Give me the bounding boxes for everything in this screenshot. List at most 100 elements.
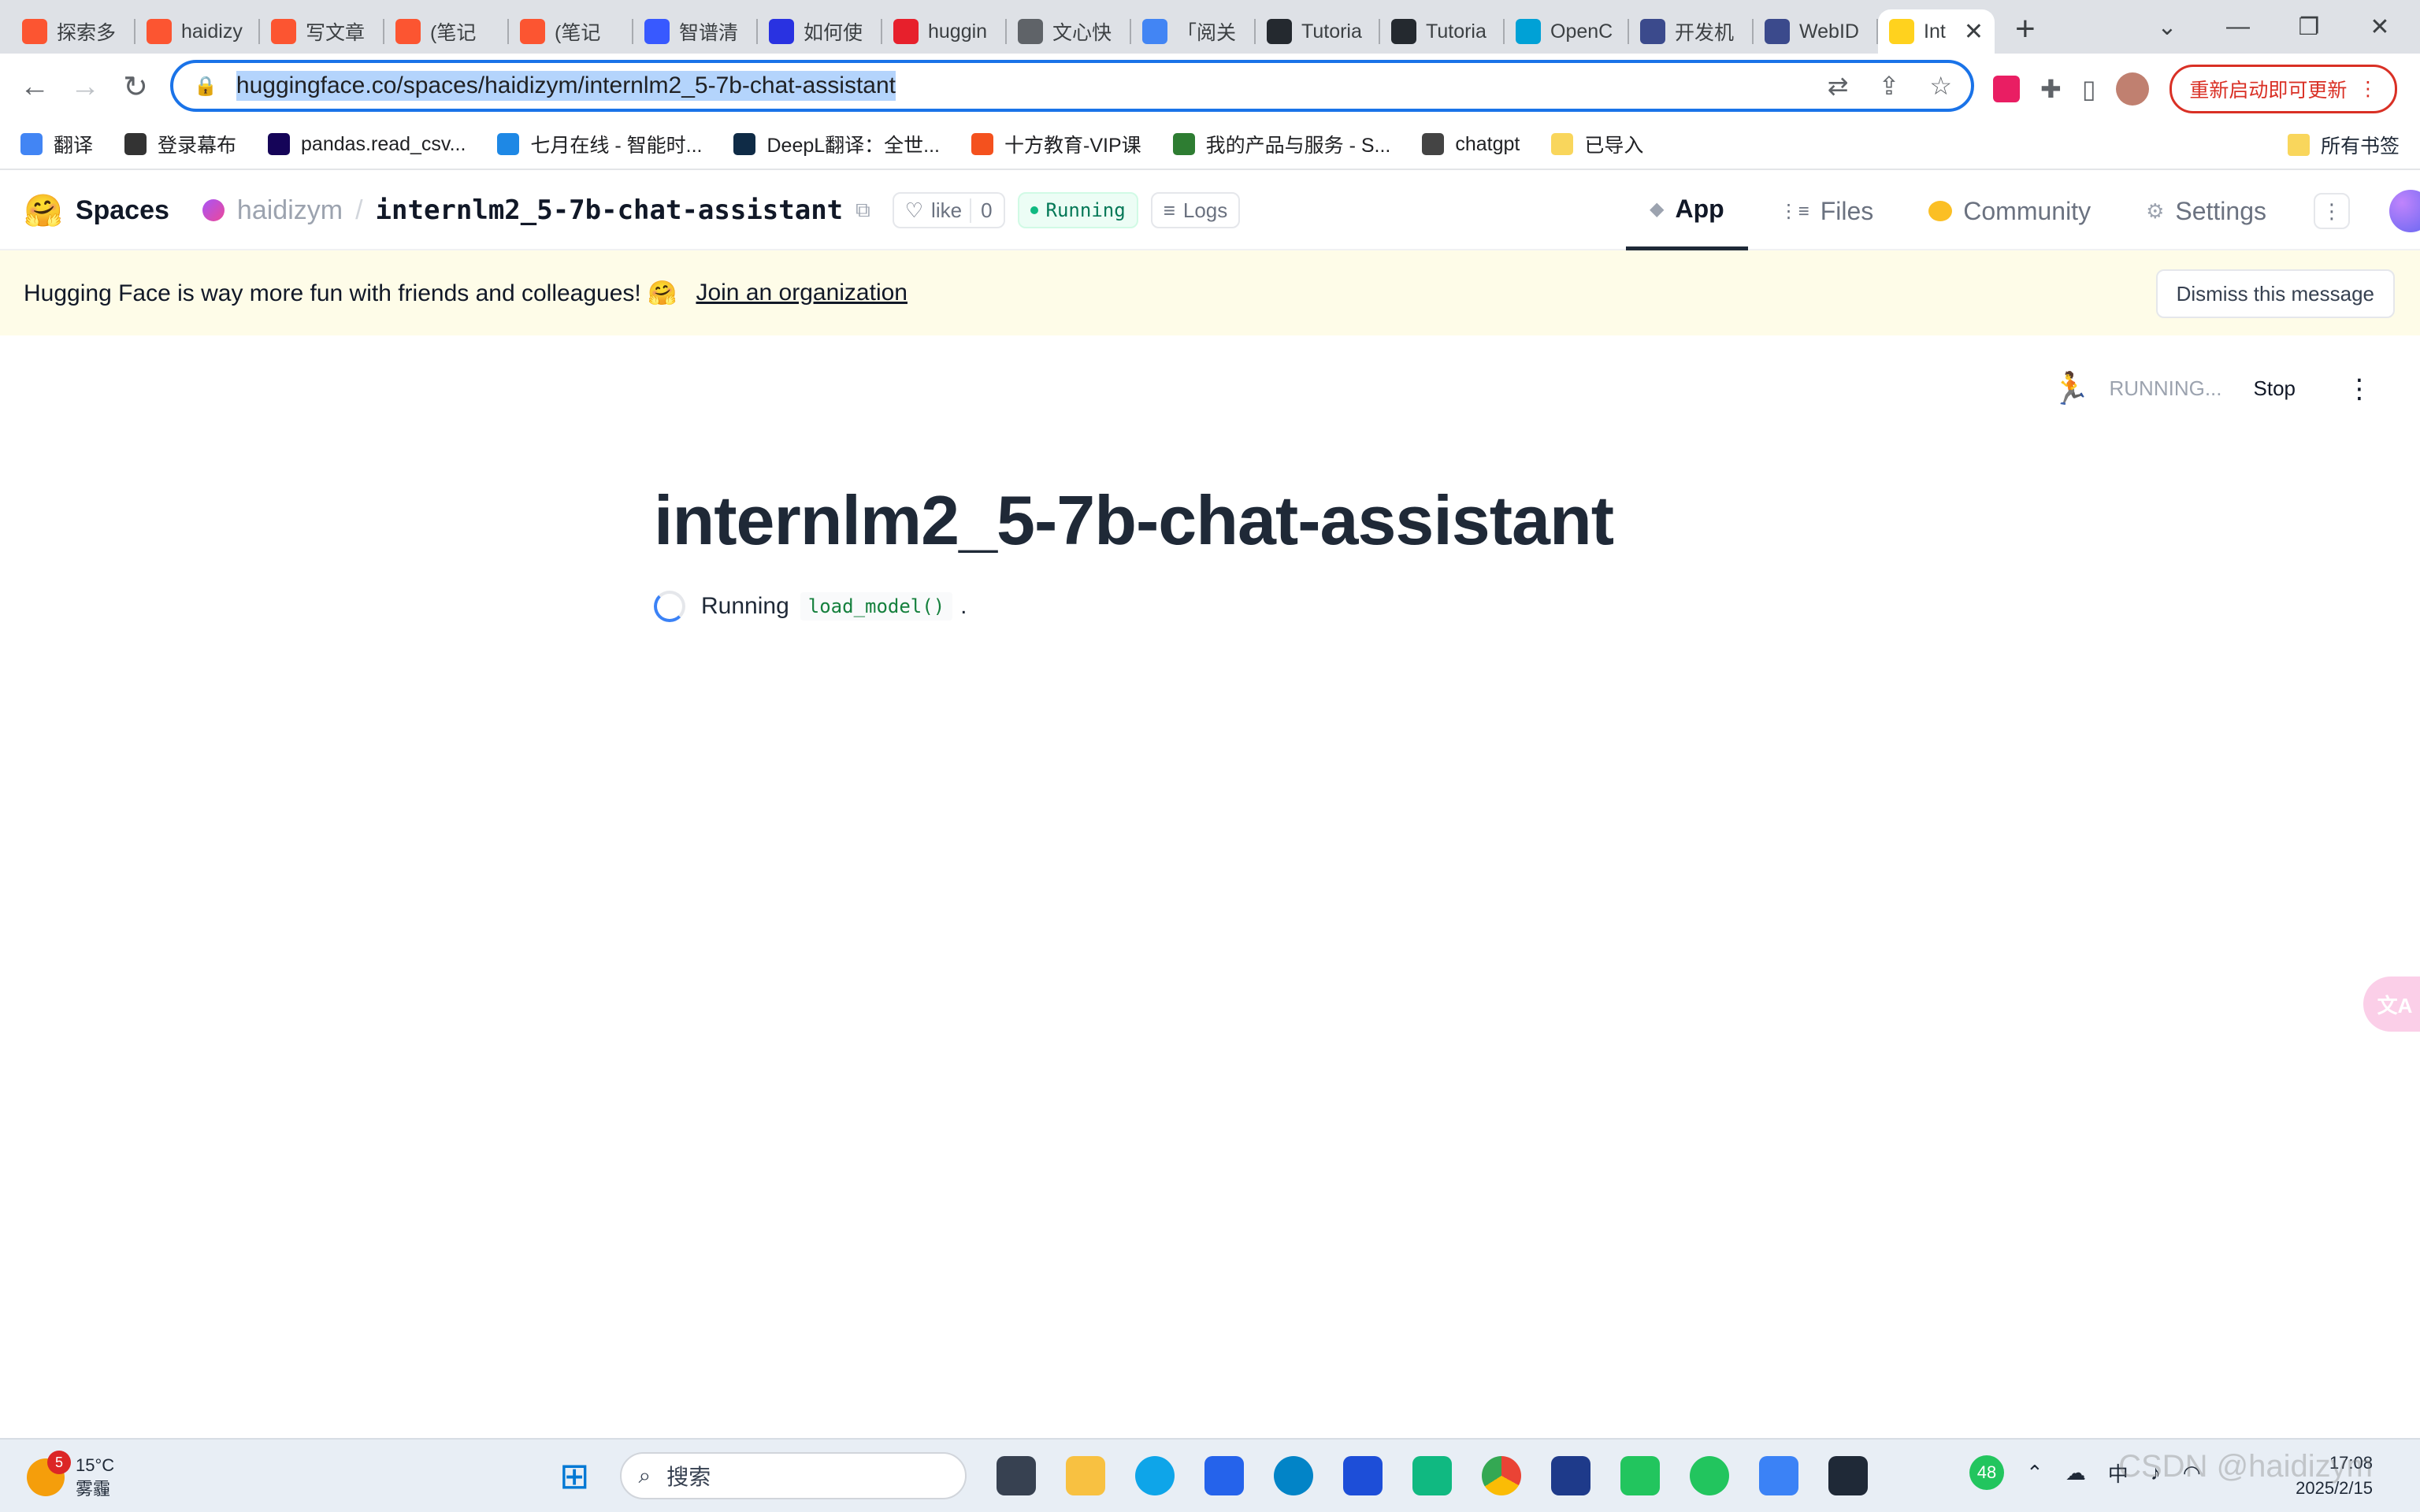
gear-icon: ⚙ [2146, 198, 2165, 223]
translate-icon[interactable]: ⇄ [1828, 71, 1849, 101]
network-app-icon[interactable]: ☁ [2066, 1461, 2086, 1485]
close-tab-icon[interactable]: ✕ [1964, 18, 1984, 46]
all-bookmarks[interactable]: 所有书签 [2287, 131, 2400, 159]
globe-icon [1018, 19, 1043, 44]
spaces-link[interactable]: Spaces [76, 195, 169, 226]
browser-tab[interactable]: Tutoria [1256, 9, 1380, 54]
relaunch-update-button[interactable]: 重新启动即可更新 ⋮ [2169, 65, 2398, 113]
browser-tab[interactable]: Int ✕ [1878, 9, 1995, 54]
task-view-icon[interactable] [996, 1456, 1036, 1495]
browser-tab[interactable]: (笔记 [509, 9, 633, 54]
csdn-icon [395, 19, 421, 44]
chevron-up-icon[interactable]: ⌃ [2026, 1461, 2043, 1485]
tab-files[interactable]: ⋮≡ Files [1756, 172, 1898, 250]
tab-app[interactable]: ◆ App [1626, 172, 1748, 250]
paint-icon[interactable] [1758, 1456, 1798, 1495]
windows-start-icon[interactable]: ⊞ [559, 1455, 590, 1497]
taskbar-search[interactable]: ⌕ 搜索 [619, 1452, 967, 1499]
edge-ai-icon[interactable] [1273, 1456, 1313, 1495]
remote-desktop-icon[interactable] [1620, 1456, 1660, 1495]
forward-button[interactable]: → [60, 70, 110, 104]
function-name: load_model() [800, 592, 953, 621]
terminal-icon[interactable] [1828, 1456, 1868, 1495]
github-icon [1267, 19, 1292, 44]
share-icon[interactable]: ⇪ [1879, 71, 1900, 101]
intern-icon [1765, 19, 1790, 44]
repo-name[interactable]: internlm2_5-7b-chat-assistant [376, 195, 844, 226]
user-avatar[interactable] [2389, 190, 2420, 232]
cat-app-icon[interactable] [1550, 1456, 1590, 1495]
bookmark-item[interactable]: pandas.read_csv... [268, 133, 466, 156]
restore-button[interactable]: ❐ [2273, 0, 2344, 54]
minimize-button[interactable]: — [2203, 0, 2273, 54]
logs-button[interactable]: ≡ Logs [1150, 192, 1241, 228]
bookmark-item[interactable]: 翻译 [20, 130, 93, 158]
back-button[interactable]: ← [9, 70, 60, 104]
edge-icon[interactable] [1134, 1456, 1175, 1495]
browser-tab[interactable]: 探索多 [11, 9, 135, 54]
shield-icon[interactable] [1342, 1456, 1383, 1495]
copy-icon[interactable]: ⧉ [856, 198, 870, 223]
tab-search-chevron-icon[interactable]: ⌄ [2132, 0, 2203, 54]
browser-tab[interactable]: 如何使 [758, 9, 882, 54]
bookmark-icon [20, 133, 43, 155]
bookmark-star-icon[interactable]: ☆ [1929, 71, 1952, 101]
search-label: 搜索 [666, 1465, 711, 1489]
bookmark-item[interactable]: 我的产品与服务 - S... [1172, 130, 1390, 158]
browser-tab[interactable]: 文心快 [1007, 9, 1131, 54]
tab-title: haidizy [181, 20, 243, 43]
bookmark-label: DeepL翻译：全世... [766, 135, 940, 157]
like-button[interactable]: ♡ like 0 [892, 192, 1005, 228]
file-explorer-icon[interactable] [1065, 1456, 1105, 1495]
shopping-icon[interactable] [1412, 1456, 1452, 1495]
browser-tab[interactable]: 智谱清 [633, 9, 758, 54]
browser-tab[interactable]: WebID [1754, 9, 1878, 54]
bookmark-item[interactable]: 十方教育-VIP课 [971, 130, 1141, 158]
store-icon[interactable] [1204, 1456, 1244, 1495]
new-tab-button[interactable]: + [2015, 9, 2036, 49]
tab-title: 探索多 [57, 22, 117, 44]
weather-widget[interactable]: 5 15°C 雾霾 [27, 1451, 114, 1501]
bookmark-item[interactable]: 七月在线 - 智能时... [497, 130, 702, 158]
huggingface-logo-icon[interactable]: 🤗 [24, 192, 63, 229]
tab-community[interactable]: Community [1905, 172, 2114, 250]
browser-tab[interactable]: huggin [882, 9, 1007, 54]
more-options-button[interactable]: ⋮ [2314, 193, 2350, 229]
close-window-button[interactable]: ✕ [2344, 0, 2415, 54]
translate-extension-icon[interactable] [1993, 76, 2020, 102]
more-vert-icon: ⋮ [2358, 78, 2378, 100]
owner-avatar[interactable] [202, 199, 225, 221]
side-panel-icon[interactable]: ▯ [2082, 74, 2096, 104]
tab-settings[interactable]: ⚙ Settings [2122, 172, 2290, 250]
bookmark-item[interactable]: DeepL翻译：全世... [733, 130, 940, 158]
browser-tab[interactable]: Tutoria [1380, 9, 1505, 54]
url-text[interactable]: huggingface.co/spaces/haidizym/internlm2… [236, 71, 896, 101]
browser-tab[interactable]: 开发机 [1629, 9, 1754, 54]
reload-button[interactable]: ↻ [110, 69, 161, 105]
browser-tab[interactable]: 写文章 [260, 9, 384, 54]
stop-button[interactable]: Stop [2254, 376, 2296, 401]
browser-tab[interactable]: 「阅关 [1131, 9, 1256, 54]
tab-strip: 探索多 haidizy 写文章 (笔记 (笔记 智谱清 如何使 huggin 文心快 「阅关 Tut… [0, 0, 2420, 54]
translate-float-icon[interactable]: 文A [2363, 976, 2420, 1032]
join-organization-link[interactable]: Join an organization [696, 280, 908, 306]
dismiss-button[interactable]: Dismiss this message [2155, 269, 2395, 318]
tab-title: 文心快 [1052, 22, 1112, 44]
bookmark-item[interactable]: chatgpt [1422, 133, 1520, 156]
address-bar[interactable]: 🔒 huggingface.co/spaces/haidizym/internl… [170, 60, 1974, 112]
profile-avatar[interactable] [2116, 72, 2150, 106]
browser-tab[interactable]: haidizy [135, 9, 260, 54]
extensions-icon[interactable]: ✚ [2040, 74, 2062, 104]
tab-title: 如何使 [804, 22, 863, 44]
lock-icon[interactable]: 🔒 [194, 75, 217, 98]
browser-tab[interactable]: OpenC [1505, 9, 1629, 54]
chrome-icon[interactable] [1481, 1456, 1521, 1495]
tray-badge[interactable]: 48 [1969, 1455, 2004, 1490]
app-menu-icon[interactable]: ⋮ [2346, 373, 2373, 405]
bookmark-item[interactable]: 已导入 [1551, 130, 1643, 158]
bookmark-item[interactable]: 登录幕布 [124, 130, 236, 158]
wechat-icon[interactable] [1689, 1456, 1729, 1495]
running-status: Running load_model() . [654, 591, 967, 622]
browser-tab[interactable]: (笔记 [384, 9, 509, 54]
owner-link[interactable]: haidizym [237, 195, 343, 226]
